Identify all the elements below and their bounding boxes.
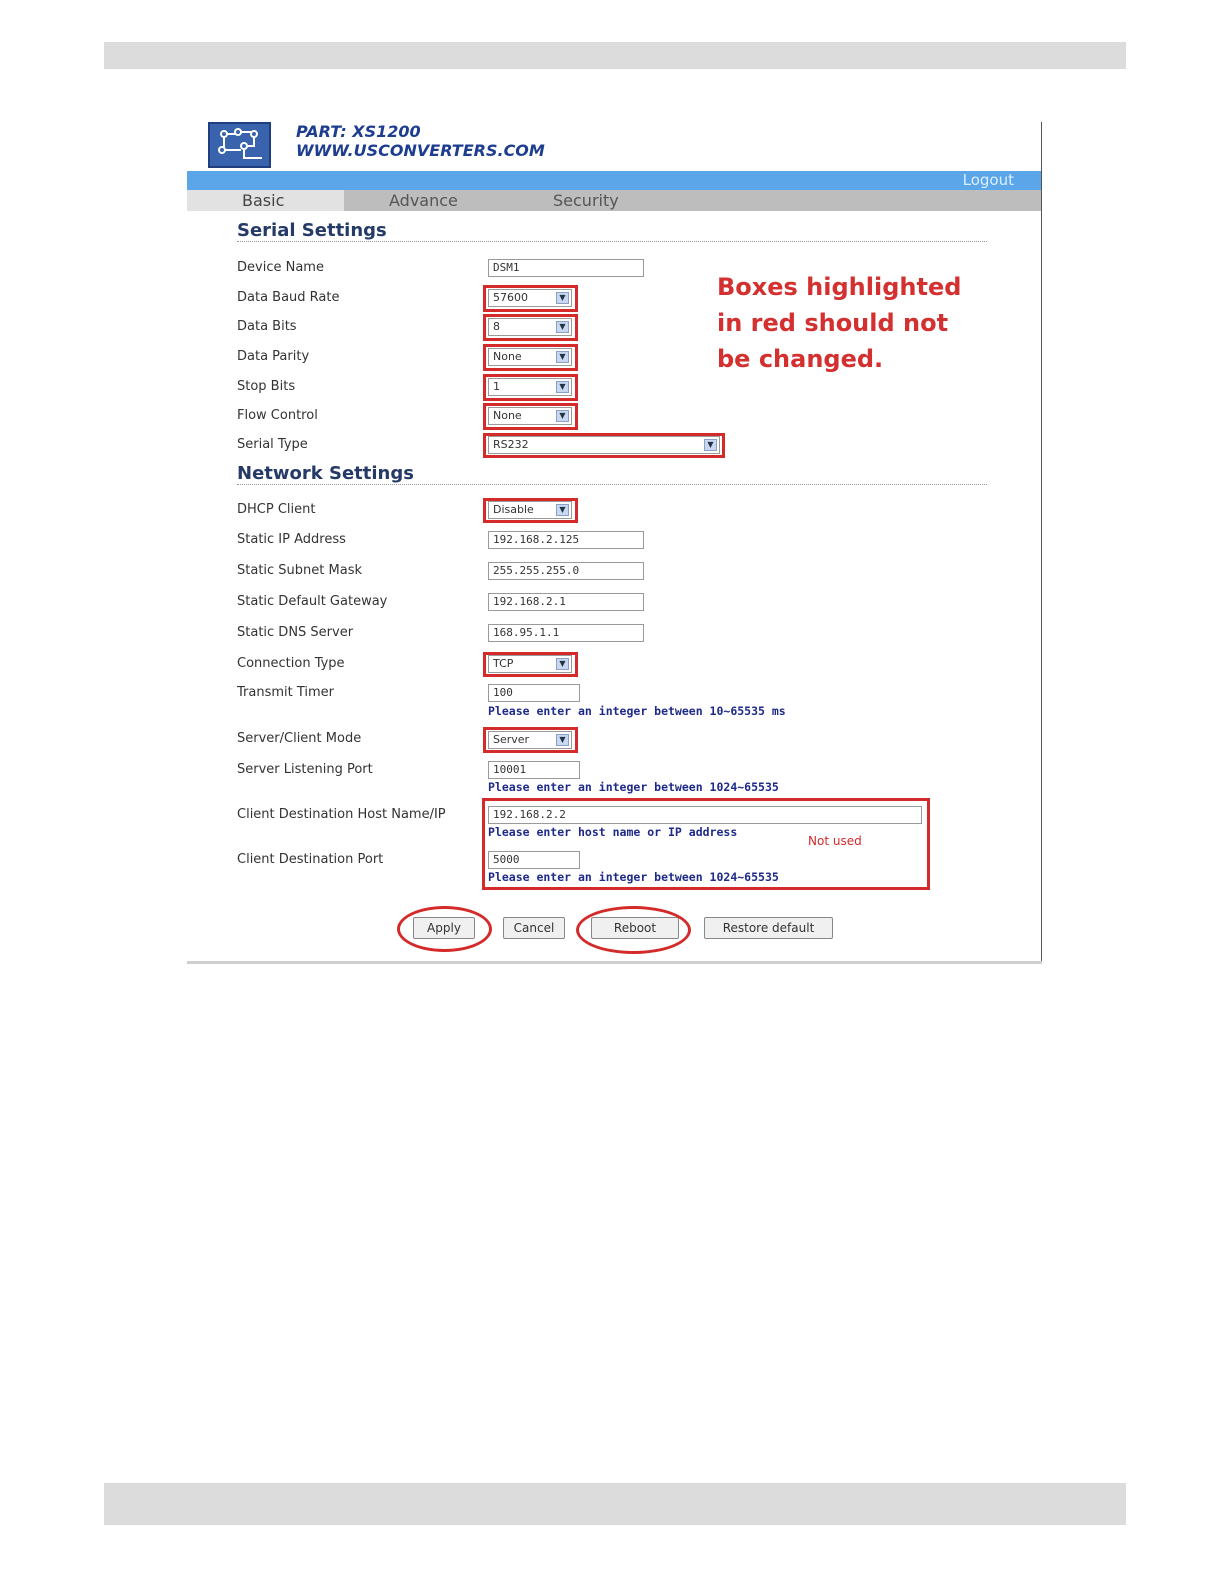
tab-advance[interactable]: Advance bbox=[389, 190, 458, 211]
highlight-oval bbox=[576, 906, 691, 954]
listen-port-label: Server Listening Port bbox=[237, 762, 373, 777]
section-divider bbox=[237, 484, 987, 485]
page-header-bar bbox=[104, 42, 1126, 69]
logout-link[interactable]: Logout bbox=[963, 171, 1014, 190]
baud-rate-label: Data Baud Rate bbox=[237, 290, 340, 305]
highlight-box bbox=[483, 344, 578, 371]
highlight-box bbox=[483, 727, 578, 753]
network-settings-title: Network Settings bbox=[237, 463, 414, 484]
device-name-label: Device Name bbox=[237, 260, 324, 275]
ip-label: Static IP Address bbox=[237, 532, 346, 547]
timer-label: Transmit Timer bbox=[237, 685, 335, 700]
mask-label: Static Subnet Mask bbox=[237, 563, 362, 578]
dns-label: Static DNS Server bbox=[237, 625, 354, 640]
highlight-box bbox=[483, 314, 578, 341]
tab-security[interactable]: Security bbox=[553, 190, 619, 211]
gateway-input[interactable]: 192.168.2.1 bbox=[488, 593, 644, 611]
not-used-label: Not used bbox=[808, 834, 862, 848]
conn-type-label: Connection Type bbox=[237, 656, 345, 671]
data-bits-label: Data Bits bbox=[237, 319, 297, 334]
part-url: WWW.USCONVERTERS.COM bbox=[296, 141, 545, 160]
timer-hint: Please enter an integer between 10~65535… bbox=[488, 704, 786, 718]
page-footer-bar bbox=[104, 1483, 1126, 1525]
part-title: PART: XS1200 bbox=[296, 122, 421, 141]
section-divider bbox=[237, 241, 987, 242]
mask-input[interactable]: 255.255.255.0 bbox=[488, 562, 644, 580]
panel-border-bottom bbox=[187, 961, 1042, 964]
highlight-box bbox=[483, 403, 578, 430]
dns-input[interactable]: 168.95.1.1 bbox=[488, 624, 644, 642]
highlight-box bbox=[483, 498, 578, 523]
highlight-box bbox=[483, 652, 578, 677]
tab-basic[interactable]: Basic bbox=[187, 190, 344, 211]
listen-port-hint: Please enter an integer between 1024~655… bbox=[488, 780, 779, 794]
panel-border bbox=[1041, 122, 1042, 964]
top-nav-bar: Logout bbox=[187, 171, 1041, 190]
highlight-box bbox=[483, 374, 578, 401]
highlight-box bbox=[483, 285, 578, 312]
highlight-box bbox=[483, 433, 725, 458]
serial-settings-title: Serial Settings bbox=[237, 220, 387, 241]
settings-panel: PART: XS1200 WWW.USCONVERTERS.COM Logout… bbox=[187, 122, 1042, 964]
mode-label: Server/Client Mode bbox=[237, 731, 362, 746]
dest-host-label: Client Destination Host Name/IP bbox=[237, 807, 446, 822]
gateway-label: Static Default Gateway bbox=[237, 594, 388, 609]
listen-port-input[interactable]: 10001 bbox=[488, 761, 580, 779]
flow-control-label: Flow Control bbox=[237, 408, 318, 423]
annotation-note: Boxes highlighted in red should not be c… bbox=[717, 273, 962, 373]
dest-port-label: Client Destination Port bbox=[237, 852, 384, 867]
ip-input[interactable]: 192.168.2.125 bbox=[488, 531, 644, 549]
cancel-button[interactable]: Cancel bbox=[503, 917, 565, 939]
not-used-box bbox=[482, 798, 930, 890]
restore-default-button[interactable]: Restore default bbox=[704, 917, 833, 939]
highlight-oval bbox=[397, 906, 492, 952]
device-name-input[interactable]: DSM1 bbox=[488, 259, 644, 277]
dhcp-label: DHCP Client bbox=[237, 502, 316, 517]
stop-bits-label: Stop Bits bbox=[237, 379, 296, 394]
timer-input[interactable]: 100 bbox=[488, 684, 580, 702]
tab-bar: Basic Advance Security bbox=[187, 190, 1041, 211]
serial-type-label: Serial Type bbox=[237, 437, 308, 452]
circuit-board-icon bbox=[208, 122, 271, 168]
parity-label: Data Parity bbox=[237, 349, 310, 364]
